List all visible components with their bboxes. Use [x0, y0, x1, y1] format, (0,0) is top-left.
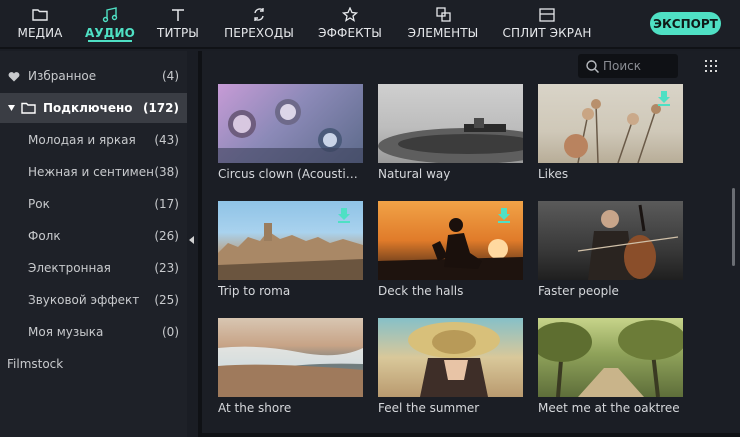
sidebar-item-label: Рок [28, 197, 50, 211]
audio-track-card[interactable]: At the shore [218, 318, 363, 415]
expanded-caret-icon [8, 105, 15, 111]
sidebar-item-count: (0) [162, 325, 179, 339]
tab-label: АУДИО [85, 26, 135, 40]
track-title: Feel the summer [378, 401, 480, 415]
tab-elements[interactable]: ЭЛЕМЕНТЫ [407, 0, 479, 47]
search-input[interactable] [603, 59, 671, 73]
search-box[interactable] [578, 54, 678, 78]
category-sidebar: Избранное (4) Подключено (172) Молодая и… [0, 51, 187, 437]
sidebar-item-count: (25) [154, 293, 179, 307]
sidebar-item-count: (23) [154, 261, 179, 275]
panel-bottom-border [202, 433, 740, 437]
audio-track-card[interactable]: Likes [538, 84, 683, 181]
sidebar-item-count: (38) [154, 165, 179, 179]
sidebar-item-genre[interactable]: Фолк (26) [0, 221, 187, 251]
export-button[interactable]: ЭКСПОРТ [650, 12, 721, 35]
collapse-sidebar-icon[interactable] [189, 236, 194, 244]
sidebar-item-genre[interactable]: Рок (17) [0, 189, 187, 219]
track-thumbnail[interactable] [538, 318, 683, 397]
grid-view-icon[interactable] [705, 60, 719, 74]
tab-label: СПЛИТ ЭКРАН [502, 26, 592, 40]
sidebar-item-genre[interactable]: Нежная и сентимента (38) [0, 157, 187, 187]
tab-transitions[interactable]: ПЕРЕХОДЫ [224, 0, 294, 47]
track-title: Natural way [378, 167, 451, 181]
track-thumbnail[interactable] [218, 84, 363, 163]
audio-track-card[interactable]: Feel the summer [378, 318, 523, 415]
content-scrollbar[interactable] [732, 188, 735, 266]
track-title: Trip to roma [218, 284, 291, 298]
tab-split-screen[interactable]: СПЛИТ ЭКРАН [502, 0, 592, 47]
sidebar-item-connected[interactable]: Подключено (172) [0, 93, 187, 123]
download-icon[interactable] [337, 207, 351, 227]
sidebar-item-label: Избранное [28, 69, 97, 83]
audio-track-card[interactable]: Deck the halls [378, 201, 523, 298]
track-title: Faster people [538, 284, 619, 298]
sidebar-item-label: Электронная [28, 261, 111, 275]
tab-label: ТИТРЫ [157, 26, 199, 40]
track-thumbnail[interactable] [218, 318, 363, 397]
sidebar-item-filmstock[interactable]: Filmstock [0, 349, 187, 379]
audio-track-card[interactable]: Circus clown (Acoustic v... [218, 84, 363, 181]
download-icon[interactable] [657, 90, 671, 110]
track-thumbnail[interactable] [538, 201, 683, 280]
tab-media[interactable]: МЕДИА [18, 0, 62, 47]
effects-star-icon [341, 6, 359, 23]
sidebar-item-label: Нежная и сентимента [28, 165, 153, 179]
track-title: Meet me at the oaktree [538, 401, 680, 415]
tab-label: МЕДИА [17, 26, 63, 40]
sidebar-item-count: (26) [154, 229, 179, 243]
audio-track-card[interactable]: Trip to roma [218, 201, 363, 298]
folder-icon [31, 6, 49, 23]
sidebar-item-label: Молодая и яркая [28, 133, 136, 147]
audio-track-card[interactable]: Meet me at the oaktree [538, 318, 683, 415]
music-note-icon [101, 6, 119, 23]
track-thumbnail[interactable] [378, 201, 523, 280]
download-icon[interactable] [497, 207, 511, 227]
track-thumbnail[interactable] [378, 84, 523, 163]
sidebar-item-label: Моя музыка [28, 325, 104, 339]
audio-track-card[interactable]: Natural way [378, 84, 523, 181]
sidebar-item-genre[interactable]: Электронная (23) [0, 253, 187, 283]
track-title: Likes [538, 167, 569, 181]
tab-label: ЭЛЕМЕНТЫ [407, 26, 479, 40]
sidebar-item-label: Фолк [28, 229, 61, 243]
active-tab-indicator [88, 40, 132, 42]
track-thumbnail[interactable] [218, 201, 363, 280]
tab-titles[interactable]: ТИТРЫ [157, 0, 199, 47]
tab-label: ЭФФЕКТЫ [318, 26, 382, 40]
transition-icon [250, 6, 268, 23]
heart-icon [8, 71, 20, 82]
track-title: Circus clown (Acoustic v... [218, 167, 363, 181]
track-title: Deck the halls [378, 284, 464, 298]
tab-effects[interactable]: ЭФФЕКТЫ [318, 0, 382, 47]
sidebar-item-count: (43) [154, 133, 179, 147]
sidebar-item-label: Подключено [43, 101, 133, 115]
tab-audio[interactable]: АУДИО [85, 0, 135, 47]
text-icon [169, 6, 187, 23]
sidebar-item-count: (17) [154, 197, 179, 211]
sidebar-item-count: (172) [142, 101, 179, 115]
elements-icon [434, 6, 452, 23]
sidebar-item-favorites[interactable]: Избранное (4) [0, 61, 187, 91]
search-icon [586, 59, 599, 73]
sidebar-item-genre[interactable]: Звуковой эффект (25) [0, 285, 187, 315]
tab-label: ПЕРЕХОДЫ [224, 26, 294, 40]
split-screen-icon [538, 6, 556, 23]
sidebar-item-label: Filmstock [7, 357, 64, 371]
track-thumbnail[interactable] [378, 318, 523, 397]
audio-track-card[interactable]: Faster people [538, 201, 683, 298]
track-title: At the shore [218, 401, 292, 415]
sidebar-item-count: (4) [162, 69, 179, 83]
sidebar-item-label: Звуковой эффект [28, 293, 140, 307]
track-thumbnail[interactable] [538, 84, 683, 163]
sidebar-item-my-music[interactable]: Моя музыка (0) [0, 317, 187, 347]
folder-icon [21, 102, 36, 114]
top-toolbar: МЕДИА АУДИО ТИТРЫ ПЕРЕХОДЫ ЭФФЕКТЫ ЭЛЕМЕ… [0, 0, 740, 49]
sidebar-item-genre[interactable]: Молодая и яркая (43) [0, 125, 187, 155]
